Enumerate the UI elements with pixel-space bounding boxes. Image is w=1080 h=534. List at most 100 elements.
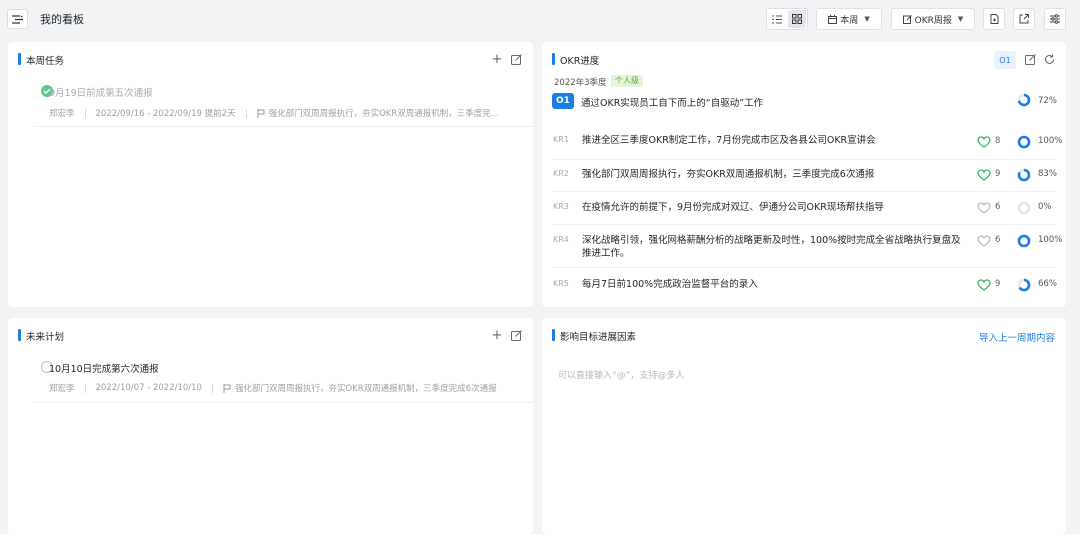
edit-panel-button[interactable]	[509, 52, 523, 66]
kr-text: 每月7日前100%完成政治监督平台的录入	[582, 279, 758, 290]
top-bar: 我的看板 本周 ▼ OKR周报 ▼	[0, 0, 1080, 38]
progress-ring	[1017, 135, 1031, 149]
task-title: 9月19日前成第五次通报	[49, 88, 153, 99]
task-linked-kr[interactable]: 强化部门双周周报执行，夯实OKR双周通报机制，三季度完...	[269, 107, 499, 119]
task-date-range: 2022/10/07 - 2022/10/10	[95, 383, 202, 393]
progress-percent: 72%	[1038, 96, 1057, 106]
settings-button[interactable]	[1044, 8, 1066, 30]
export-button[interactable]	[983, 8, 1005, 30]
caret-down-icon: ▼	[957, 15, 964, 23]
list-view-button[interactable]	[768, 10, 786, 28]
task-owner: 郑宏李	[49, 384, 75, 394]
edit-okr-button[interactable]	[1023, 52, 1037, 66]
edit-icon	[902, 14, 912, 24]
divider	[33, 126, 533, 127]
kr-text: 深化战略引领，强化网格薪酬分析的战略更新及时性，100%按时完成全省战略执行复盘…	[582, 235, 961, 259]
kr-row[interactable]: KR3 在疫情允许的前提下，9月份完成对双辽、伊通分公司OKR现场帮扶指导 6 …	[542, 192, 1066, 225]
report-label: OKR周报	[914, 15, 952, 26]
objective-tab[interactable]: O1	[994, 51, 1016, 69]
kr-text: 在疫情允许的前提下，9月份完成对双辽、伊通分公司OKR现场帮扶指导	[582, 202, 884, 213]
list-icon	[772, 15, 782, 23]
share-icon	[1019, 14, 1029, 24]
week-label: 本周	[840, 15, 859, 26]
task-linked-kr[interactable]: 强化部门双周周报执行，夯实OKR双周通报机制，三季度完成6次通报	[235, 382, 497, 394]
calendar-icon	[828, 14, 838, 24]
heart-icon[interactable]	[977, 279, 991, 291]
panel-header: OKR进度 O1	[542, 42, 1066, 78]
kr-row[interactable]: KR5 每月7日前100%完成政治监督平台的录入 9 66%	[542, 268, 1066, 302]
progress-percent: 83%	[1038, 169, 1057, 179]
panel-title: 未来计划	[26, 332, 65, 343]
progress-percent: 0%	[1038, 202, 1052, 212]
progress-percent: 100%	[1038, 136, 1063, 146]
panel-title: 影响目标进展因素	[560, 332, 637, 343]
week-select[interactable]: 本周 ▼	[816, 8, 882, 30]
panel-header: 本周任务 +	[8, 42, 533, 78]
progress-percent: 100%	[1038, 235, 1063, 245]
add-plan-button[interactable]: +	[490, 328, 504, 342]
add-task-button[interactable]: +	[490, 52, 504, 66]
title-accent-bar	[18, 53, 21, 65]
factors-input[interactable]: 可以直接输入“@”，支持@多人	[558, 368, 684, 381]
grid-view-button[interactable]	[788, 10, 806, 28]
like-count: 9	[995, 169, 1001, 179]
title-accent-bar	[18, 329, 21, 341]
menu-icon	[12, 14, 23, 24]
panel-title: 本周任务	[26, 56, 65, 67]
edit-icon	[510, 329, 522, 341]
okr-progress-panel: OKR进度 O1 2022年3季度 个人级 O1 通过OKR实现员工自下而上的“…	[542, 42, 1066, 307]
task-meta: 郑宏李 2022/09/16 - 2022/09/19 提前2天 强化部门双周周…	[49, 107, 499, 119]
kr-row[interactable]: KR2 强化部门双周周报执行，夯实OKR双周通报机制，三季度完成6次通报 9 8…	[542, 160, 1066, 192]
caret-down-icon: ▼	[864, 15, 870, 23]
kr-text: 强化部门双周周报执行，夯实OKR双周通报机制，三季度完成6次通报	[582, 169, 875, 180]
progress-percent: 66%	[1038, 279, 1057, 289]
future-plan-panel: 未来计划 + 10月10日完成第六次通报 郑宏李 2022/10/07 - 20…	[8, 318, 533, 534]
heart-icon[interactable]	[977, 202, 991, 214]
refresh-icon	[1044, 54, 1054, 64]
objective-text[interactable]: 通过OKR实现员工自下而上的“自驱动”工作	[581, 95, 763, 109]
this-week-panel: 本周任务 + 9月19日前成第五次通报 郑宏李 2022/09/16 - 202…	[8, 42, 533, 307]
heart-icon[interactable]	[977, 169, 991, 181]
task-date-range: 2022/09/16 - 2022/09/19 提前2天	[95, 109, 236, 119]
kr-label: KR1	[553, 135, 569, 144]
import-previous-link[interactable]: 导入上一周期内容	[979, 330, 1055, 344]
plus-icon: +	[491, 51, 503, 67]
heart-icon[interactable]	[977, 136, 991, 148]
view-switch	[766, 8, 808, 30]
task-owner: 郑宏李	[49, 109, 75, 119]
task-item[interactable]: 9月19日前成第五次通报 郑宏李 2022/09/16 - 2022/09/19…	[33, 78, 533, 127]
kr-label: KR5	[553, 279, 569, 288]
flag-icon	[223, 383, 231, 393]
like-count: 6	[995, 202, 1001, 212]
like-count: 9	[995, 279, 1001, 289]
kr-text: 推进全区三季度OKR制定工作，7月份完成市区及各县公司OKR宣讲会	[582, 135, 876, 146]
okr-report-select[interactable]: OKR周报 ▼	[891, 8, 975, 30]
kr-label: KR3	[553, 202, 569, 211]
task-meta: 郑宏李 2022/10/07 - 2022/10/10 强化部门双周周报执行，夯…	[49, 382, 497, 394]
heart-icon[interactable]	[977, 235, 991, 247]
sliders-icon	[1050, 14, 1060, 24]
share-button[interactable]	[1013, 8, 1035, 30]
title-accent-bar	[552, 53, 555, 65]
progress-ring	[1017, 168, 1031, 182]
factors-panel: 影响目标进展因素 导入上一周期内容 可以直接输入“@”，支持@多人	[542, 318, 1066, 534]
kr-row[interactable]: KR4 深化战略引领，强化网格薪酬分析的战略更新及时性，100%按时完成全省战略…	[542, 225, 1066, 268]
quarter-label: 2022年3季度	[554, 78, 607, 88]
task-title: 10月10日完成第六次通报	[49, 364, 159, 375]
menu-toggle-button[interactable]	[7, 9, 28, 29]
edit-panel-button[interactable]	[509, 328, 523, 342]
kr-label: KR4	[553, 235, 569, 244]
edit-icon	[510, 53, 522, 65]
task-item[interactable]: 10月10日完成第六次通报 郑宏李 2022/10/07 - 2022/10/1…	[33, 354, 533, 403]
refresh-button[interactable]	[1042, 52, 1056, 66]
progress-ring	[1017, 234, 1031, 248]
page-title: 我的看板	[40, 13, 84, 26]
progress-ring	[1017, 93, 1031, 107]
divider	[33, 402, 533, 403]
panel-title: OKR进度	[560, 56, 600, 67]
level-tag: 个人级	[611, 75, 643, 87]
document-icon	[990, 14, 998, 24]
progress-ring	[1017, 201, 1031, 215]
kr-row[interactable]: KR1 推进全区三季度OKR制定工作，7月份完成市区及各县公司OKR宣讲会 8 …	[542, 126, 1066, 160]
panel-header: 未来计划 +	[8, 318, 533, 354]
